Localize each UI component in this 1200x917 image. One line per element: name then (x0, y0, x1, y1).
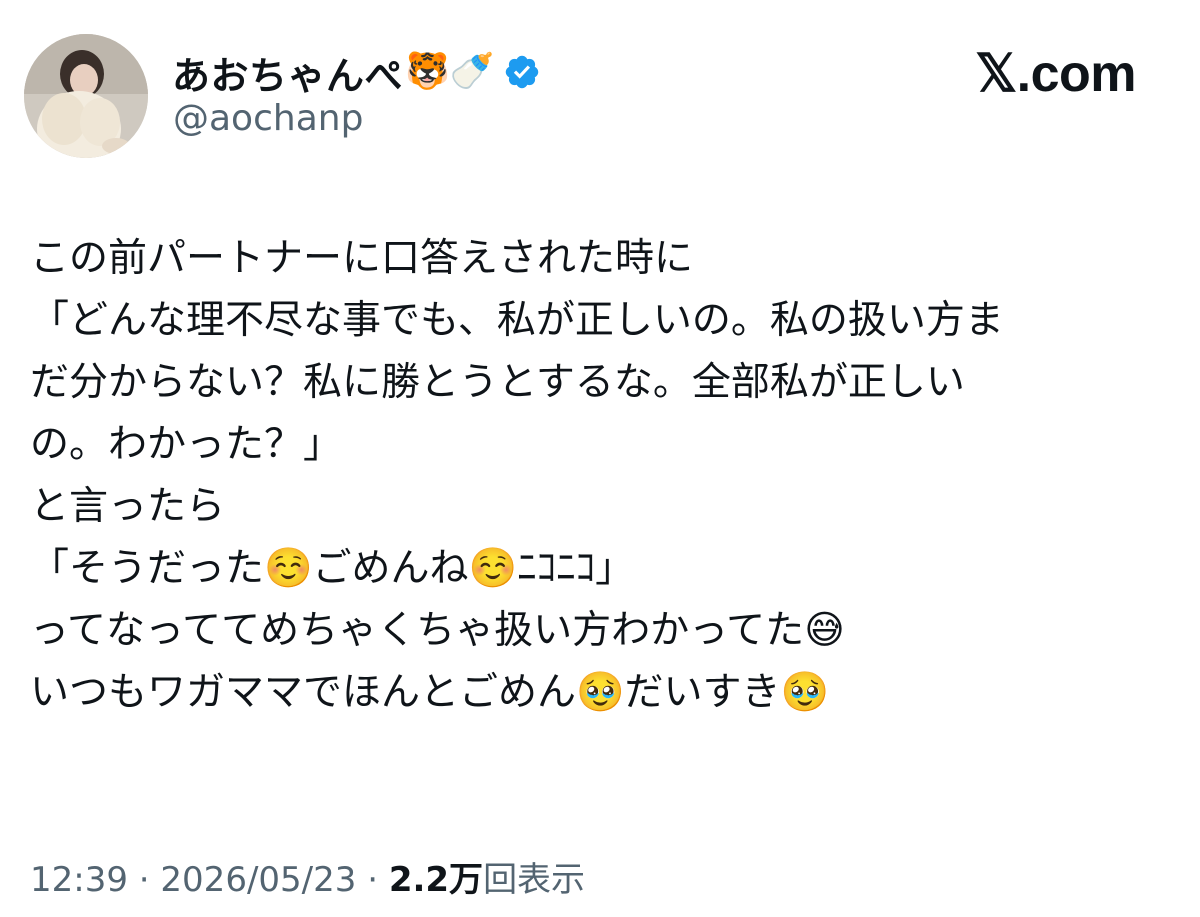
tweet-card: あおちゃんぺ 🐯🍼 @aochanp 𝕏.com この前パートナーに口答えされた… (0, 0, 1200, 917)
tweet-line: ってなっててめちゃくちゃ扱い方わかってた😅 (30, 608, 845, 653)
meta-separator: · (356, 860, 389, 900)
tweet-meta: 12:39 · 2026/05/23 · 2.2万回表示 (30, 852, 585, 901)
tweet-line: の。わかった？」 (30, 422, 343, 467)
tweet-line: だ分からない？私に勝とうとするな。全部私が正しい (30, 360, 965, 405)
name-emojis: 🐯🍼 (405, 51, 495, 92)
meta-separator: · (127, 860, 161, 900)
tweet-line: と言ったら (30, 484, 226, 529)
verified-badge-icon (505, 55, 538, 89)
views-label: 回表示 (483, 860, 586, 900)
x-com-logo: 𝕏.com (975, 45, 1136, 103)
author-handle[interactable]: @aochanp (173, 98, 363, 139)
tweet-line: この前パートナーに口答えされた時に (30, 236, 694, 281)
tweet-text: この前パートナーに口答えされた時に 「どんな理不尽な事でも、私が正しいの。私の扱… (30, 228, 1160, 724)
tweet-line: いつもワガママでほんとごめん🥹だいすき🥹 (30, 670, 830, 715)
tweet-line: 「どんな理不尽な事でも、私が正しいの。私の扱い方ま (30, 298, 1004, 343)
tweet-line: 「そうだった☺️ごめんね☺️ﾆｺﾆｺ」 (30, 546, 635, 591)
avatar[interactable] (24, 34, 148, 158)
tweet-date[interactable]: 2026/05/23 (160, 860, 356, 900)
author-name-row: あおちゃんぺ 🐯🍼 (172, 42, 541, 102)
views-count: 2.2万 (388, 860, 484, 900)
avatar-photo-icon (24, 34, 148, 158)
tweet-time[interactable]: 12:39 (30, 860, 128, 900)
display-name[interactable]: あおちゃんぺ (172, 45, 403, 100)
